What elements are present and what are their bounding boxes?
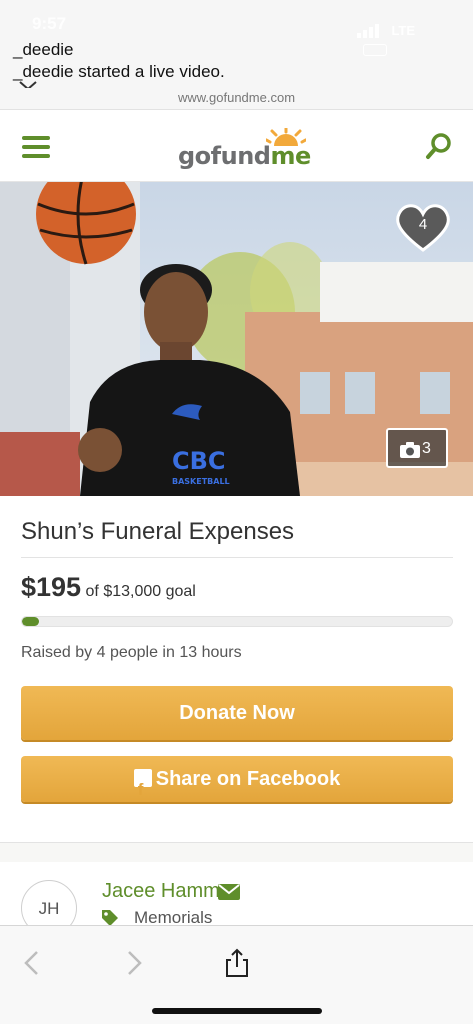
notification-title: _deedie [13,40,74,59]
notification-banner[interactable]: 9:57 LTE _deedie _deedie started a live … [0,0,473,90]
notification-body: _deedie started a live video. [13,62,225,81]
gofundme-logo[interactable]: gofundme [178,128,318,170]
battery-icon [363,44,387,56]
url-bar[interactable]: www.gofundme.com [0,88,473,110]
status-icons: LTE [357,20,447,56]
amount-raised: $195 of $13,000 goal [21,572,196,603]
svg-text:BASKETBALL: BASKETBALL [172,477,230,486]
raised-byline: Raised by 4 people in 13 hours [21,644,242,661]
share-label: Share on Facebook [155,768,341,790]
organizer-card: JH Jacee Hamm Memorials [0,862,473,936]
divider [21,557,453,558]
donate-now-button[interactable]: Donate Now [21,686,453,740]
photo-count: 3 [422,440,431,457]
back-icon[interactable] [18,948,48,978]
section-divider [0,842,473,862]
organizer-name[interactable]: Jacee Hamm [102,880,220,903]
tag-icon [102,910,118,926]
search-icon[interactable] [425,132,453,160]
menu-icon[interactable] [22,136,50,158]
camera-icon [400,442,420,458]
photo-count-button[interactable]: 3 [386,428,448,468]
logo-fund: fund [210,142,271,170]
raised-amount: $195 [21,572,82,602]
share-on-facebook-button[interactable]: Share on Facebook [21,756,453,813]
status-time: 9:57 [32,14,67,33]
campaign-hero-image[interactable]: CBC BASKETBALL 4 3 [0,182,473,496]
campaign-title: Shun’s Funeral Expenses [21,518,295,545]
home-indicator[interactable] [152,1008,322,1014]
svg-text:CBC: CBC [172,447,226,475]
forward-icon[interactable] [118,948,148,978]
heart-count: 4 [418,216,428,233]
browser-toolbar [0,925,473,1024]
network-label: LTE [391,23,416,38]
site-header: gofundme [0,110,473,182]
logo-me: me [270,142,311,170]
facebook-icon [133,767,152,813]
progress-bar [21,616,453,627]
goal-text: of $13,000 goal [85,583,196,600]
heart-button[interactable]: 4 [395,202,451,252]
logo-go: go [178,142,211,170]
progress-fill [22,617,40,626]
share-icon[interactable] [222,948,252,978]
mail-icon[interactable] [218,884,240,900]
